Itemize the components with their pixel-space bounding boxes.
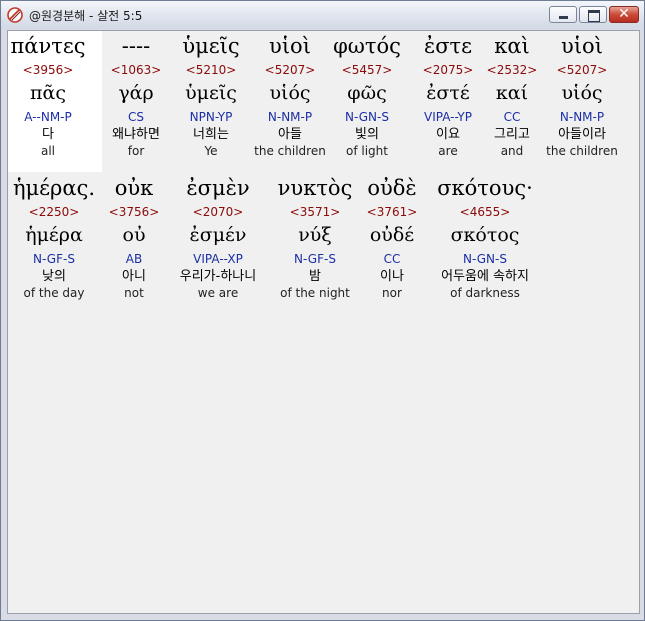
word-column[interactable]: σκότους· <4655> σκότος N-GN-S 어두움에 속하지 o…	[422, 175, 548, 301]
lemma-word: νύξ	[298, 224, 332, 246]
word-column[interactable]: ὑμεῖς <5210> ὑμεῖς NPN-YP 너희는 Ye	[166, 33, 256, 159]
interlinear-panel: πάντες <3956> πᾶς A--NM-P 다 all ---- <10…	[7, 30, 640, 614]
korean-gloss: 어두움에 속하지	[441, 269, 529, 284]
korean-gloss: 이나	[380, 269, 404, 284]
greek-word: σκότους·	[437, 176, 533, 200]
word-column[interactable]: υἱοὶ <5207> υἱός N-NM-P 아들이라 the childre…	[537, 33, 627, 159]
window-title: @원경분해 - 살전 5:5	[29, 9, 143, 23]
parse-code: N-GN-S	[345, 110, 389, 124]
word-column[interactable]: οὐδὲ <3761> οὐδέ CC 이나 nor	[357, 175, 427, 301]
korean-gloss: 아들이라	[558, 127, 606, 142]
lemma-word: ἐσμέν	[189, 224, 247, 246]
english-gloss: the children	[546, 144, 618, 158]
korean-gloss: 아니	[122, 269, 146, 284]
strong-number: <5457>	[341, 63, 393, 77]
english-gloss: Ye	[204, 144, 218, 158]
english-gloss: of light	[346, 144, 388, 158]
parse-code: NPN-YP	[189, 110, 233, 124]
korean-gloss: 다	[42, 127, 54, 142]
word-column[interactable]: ἡμέρας. <2250> ἡμέρα N-GF-S 낮의 of the da…	[6, 175, 102, 301]
minimize-icon	[559, 16, 568, 19]
title-bar[interactable]: @원경분해 - 살전 5:5 ✕	[1, 1, 644, 29]
greek-word: ὑμεῖς	[182, 34, 240, 58]
greek-word: φωτός	[333, 34, 401, 58]
english-gloss: we are	[197, 286, 239, 300]
lemma-word: οὐ	[122, 224, 146, 246]
word-column[interactable]: νυκτὸς <3571> νύξ N-GF-S 밤 of the night	[269, 175, 361, 301]
word-column[interactable]: οὐκ <3756> οὐ AB 아니 not	[99, 175, 169, 301]
minimize-button[interactable]	[549, 6, 577, 23]
strong-number: <3756>	[108, 205, 160, 219]
parse-code: N-GF-S	[294, 252, 336, 266]
english-gloss: of darkness	[450, 286, 520, 300]
lemma-word: οὐδέ	[369, 224, 415, 246]
greek-word: υἱοὶ	[561, 34, 603, 58]
greek-word: ἡμέρας.	[12, 176, 96, 200]
maximize-button[interactable]	[579, 6, 607, 23]
strong-number: <2250>	[28, 205, 80, 219]
lemma-word: ὑμεῖς	[185, 82, 237, 104]
app-logo-icon	[7, 7, 23, 23]
parse-code: AB	[125, 252, 143, 266]
lemma-word: σκότος	[450, 224, 520, 246]
korean-gloss: 우리가-하나니	[179, 269, 257, 284]
strong-number: <2070>	[192, 205, 244, 219]
lemma-word: ἡμέρα	[25, 224, 83, 246]
strong-number: <3571>	[289, 205, 341, 219]
greek-word: νυκτὸς	[277, 176, 353, 200]
close-button[interactable]: ✕	[609, 6, 639, 23]
maximize-icon	[588, 10, 600, 22]
word-column[interactable]: πάντες <3956> πᾶς A--NM-P 다 all	[0, 33, 98, 159]
strong-number: <3956>	[22, 63, 74, 77]
korean-gloss: 빛의	[355, 127, 379, 142]
english-gloss: all	[40, 144, 56, 158]
greek-word: οὐδὲ	[367, 176, 417, 200]
word-column[interactable]: ἐσμὲν <2070> ἐσμέν VIPA--XP 우리가-하나니 we a…	[166, 175, 270, 301]
english-gloss: nor	[382, 286, 402, 300]
english-gloss: not	[124, 286, 144, 300]
english-gloss: of the day	[23, 286, 85, 300]
strong-number: <4655>	[459, 205, 511, 219]
lemma-word: φῶς	[347, 82, 387, 104]
parse-code: CC	[383, 252, 401, 266]
parse-code: N-GN-S	[463, 252, 507, 266]
greek-word: ἐσμὲν	[186, 176, 250, 200]
lemma-word: υἱός	[561, 82, 603, 104]
lemma-word: πᾶς	[30, 82, 66, 104]
close-icon: ✕	[618, 6, 630, 22]
korean-gloss: 낮의	[42, 269, 66, 284]
strong-number: <5207>	[556, 63, 608, 77]
strong-number: <3761>	[366, 205, 418, 219]
parse-code: A--NM-P	[24, 110, 72, 124]
korean-gloss: 밤	[309, 269, 321, 284]
parse-code: N-GF-S	[33, 252, 75, 266]
strong-number: <5210>	[185, 63, 237, 77]
korean-gloss: 너희는	[193, 127, 229, 142]
greek-word: οὐκ	[114, 176, 154, 200]
parse-code: N-NM-P	[559, 110, 605, 124]
parse-code: VIPA--XP	[193, 252, 243, 266]
app-window: @원경분해 - 살전 5:5 ✕ πάντες <3956> πᾶς A--NM…	[0, 0, 645, 621]
word-column[interactable]: φωτός <5457> φῶς N-GN-S 빛의 of light	[322, 33, 412, 159]
english-gloss: of the night	[280, 286, 350, 300]
greek-word: πάντες	[10, 34, 86, 58]
